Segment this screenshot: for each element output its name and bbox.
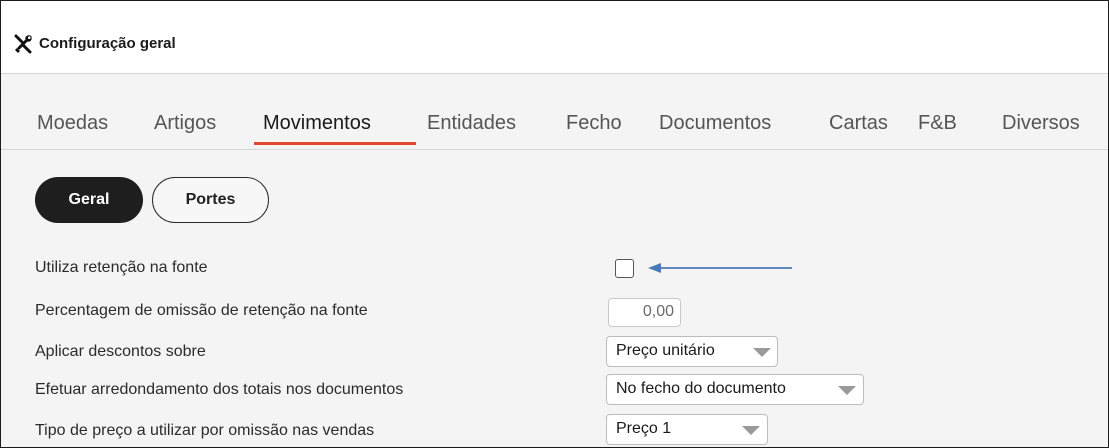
withholding-checkbox[interactable] — [615, 259, 634, 278]
tab-fb[interactable]: F&B — [918, 112, 957, 135]
price-type-value: Preço 1 — [616, 420, 672, 437]
tab-fecho[interactable]: Fecho — [566, 112, 622, 135]
tab-diversos[interactable]: Diversos — [1002, 112, 1080, 135]
discounts-value: Preço unitário — [616, 342, 715, 359]
tab-artigos[interactable]: Artigos — [154, 112, 216, 135]
subtab-geral[interactable]: Geral — [35, 177, 143, 223]
tools-icon — [14, 34, 32, 54]
tab-moedas[interactable]: Moedas — [37, 112, 108, 135]
tab-documentos[interactable]: Documentos — [659, 112, 771, 135]
rounding-value: No fecho do documento — [616, 380, 786, 397]
active-tab-indicator — [254, 142, 416, 145]
subtab-portes[interactable]: Portes — [152, 177, 269, 223]
window-title: Configuração geral — [39, 35, 176, 52]
annotation-arrow-icon — [648, 263, 792, 273]
rounding-select[interactable]: No fecho do documento — [606, 374, 864, 405]
price-type-select[interactable]: Preço 1 — [606, 414, 768, 445]
discounts-label: Aplicar descontos sobre — [35, 343, 206, 360]
tab-cartas[interactable]: Cartas — [829, 112, 888, 135]
tab-entidades[interactable]: Entidades — [427, 112, 516, 135]
chevron-down-icon — [742, 426, 760, 435]
withholding-label: Utiliza retenção na fonte — [35, 259, 208, 276]
tab-movimentos[interactable]: Movimentos — [263, 112, 371, 135]
discounts-select[interactable]: Preço unitário — [606, 336, 778, 367]
main-tabs: Moedas Artigos Movimentos Entidades Fech… — [1, 109, 1108, 150]
config-window: Configuração geral Moedas Artigos Movime… — [0, 0, 1109, 448]
chevron-down-icon — [838, 386, 856, 395]
chevron-down-icon — [753, 348, 771, 357]
rounding-label: Efetuar arredondamento dos totais nos do… — [35, 381, 404, 398]
title-bar: Configuração geral — [1, 1, 1108, 74]
omission-pct-label: Percentagem de omissão de retenção na fo… — [35, 302, 368, 319]
omission-pct-input[interactable]: 0,00 — [608, 298, 681, 327]
price-type-label: Tipo de preço a utilizar por omissão nas… — [35, 422, 375, 439]
